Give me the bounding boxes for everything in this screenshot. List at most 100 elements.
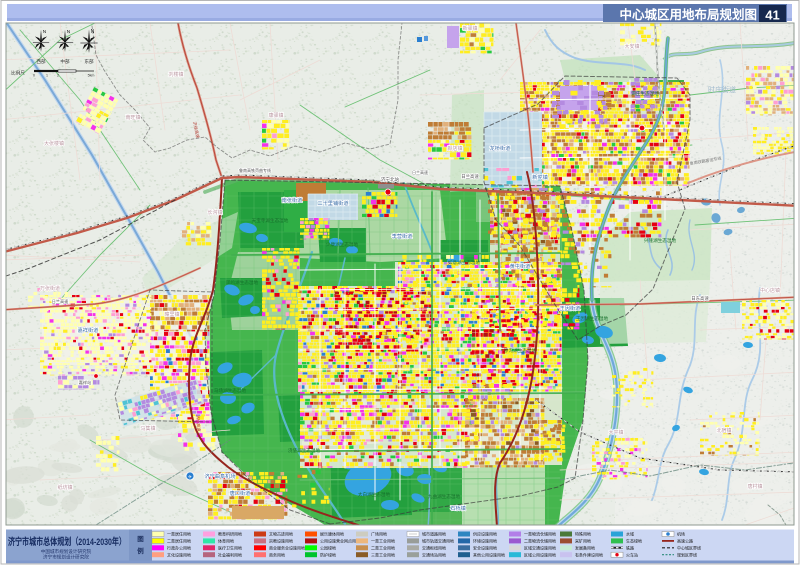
svg-text:新驿镇: 新驿镇 <box>462 25 477 32</box>
svg-text:发展备用地: 发展备用地 <box>575 545 595 551</box>
svg-text:马场湖生态湿地: 马场湖生态湿地 <box>214 387 247 394</box>
svg-text:中心城区用地布局规划图: 中心城区用地布局规划图 <box>619 7 757 22</box>
svg-text:中心店镇: 中心店镇 <box>760 287 780 294</box>
svg-text:有条件建设用地: 有条件建设用地 <box>575 551 603 557</box>
svg-text:太白湖生态湿地: 太白湖生态湿地 <box>358 491 391 498</box>
svg-text:济宁市规划设计研究院: 济宁市规划设计研究院 <box>43 554 89 561</box>
svg-text:天宝寺湖生态湿地: 天宝寺湖生态湿地 <box>252 217 289 224</box>
svg-text:嘉祥街道: 嘉祥街道 <box>78 326 99 334</box>
svg-text:时庄街道: 时庄街道 <box>708 85 736 94</box>
svg-text:马集镇: 马集镇 <box>140 425 155 432</box>
svg-text:公用设施营业网点用地: 公用设施营业网点用地 <box>320 538 360 544</box>
svg-text:北宿镇: 北宿镇 <box>716 427 731 434</box>
svg-text:比例尺: 比例尺 <box>11 70 25 77</box>
svg-text:0: 0 <box>33 74 35 78</box>
svg-text:南张街道: 南张街道 <box>282 196 303 204</box>
svg-text:环境设施用地: 环境设施用地 <box>473 538 497 544</box>
svg-text:南旺镇: 南旺镇 <box>125 114 140 121</box>
svg-text:大平镇: 大平镇 <box>608 429 623 436</box>
svg-text:一类工业用地: 一类工业用地 <box>371 538 395 544</box>
svg-text:其他公用设施用地: 其他公用设施用地 <box>473 551 505 557</box>
svg-text:行政办公用地: 行政办公用地 <box>167 545 191 551</box>
svg-text:体育用地: 体育用地 <box>218 538 234 544</box>
svg-text:公园绿地: 公园绿地 <box>320 545 336 551</box>
svg-text:唐村镇: 唐村镇 <box>747 483 762 490</box>
svg-text:西部: 西部 <box>36 58 46 65</box>
svg-text:供应设施用地: 供应设施用地 <box>473 531 497 537</box>
svg-text:纸坊镇: 纸坊镇 <box>57 484 72 491</box>
svg-text:文化设施用地: 文化设施用地 <box>167 551 191 557</box>
svg-text:规划区界线: 规划区界线 <box>677 551 697 557</box>
svg-text:二类居住用地: 二类居住用地 <box>167 538 191 544</box>
svg-text:高速公路: 高速公路 <box>677 538 693 544</box>
svg-text:医疗卫生用地: 医疗卫生用地 <box>218 545 242 551</box>
svg-text:疃里镇: 疃里镇 <box>164 311 179 318</box>
svg-text:王因湖生态湿地: 王因湖生态湿地 <box>576 315 609 322</box>
svg-text:社会福利用地: 社会福利用地 <box>218 551 242 557</box>
svg-text:交通枢纽用地: 交通枢纽用地 <box>422 545 446 551</box>
svg-text:济宁北站: 济宁北站 <box>381 176 400 183</box>
svg-text:例: 例 <box>137 546 144 555</box>
svg-text:二类工业用地: 二类工业用地 <box>371 545 395 551</box>
svg-text:东部: 东部 <box>84 58 94 65</box>
svg-text:宗教设施用地: 宗教设施用地 <box>269 538 293 544</box>
svg-text:大张楼镇: 大张楼镇 <box>44 140 64 147</box>
svg-text:大安镇: 大安镇 <box>624 43 639 50</box>
svg-text:龙桥街道: 龙桥街道 <box>490 144 511 152</box>
svg-text:浇垡湖生态湿地: 浇垡湖生态湿地 <box>288 447 321 454</box>
svg-text:三类工业用地: 三类工业用地 <box>371 551 395 557</box>
svg-text:中部: 中部 <box>60 58 70 65</box>
svg-text:5km: 5km <box>88 74 95 78</box>
svg-text:机场: 机场 <box>677 531 685 537</box>
svg-text:区域交通设施用地: 区域交通设施用地 <box>524 545 556 551</box>
svg-text:如意湖生态湿地: 如意湖生态湿地 <box>448 259 481 266</box>
svg-text:N: N <box>43 29 47 35</box>
svg-text:中心城区界线: 中心城区界线 <box>677 545 701 551</box>
svg-text:鲁南高铁菏曲专线: 鲁南高铁菏曲专线 <box>239 167 271 173</box>
svg-text:41: 41 <box>765 8 779 23</box>
svg-text:文物古迹用地: 文物古迹用地 <box>269 531 293 537</box>
svg-text:石桥镇: 石桥镇 <box>450 504 466 512</box>
svg-text:N: N <box>67 29 71 35</box>
svg-text:广场用地: 广场用地 <box>371 531 387 537</box>
svg-text:万张街道: 万张街道 <box>40 285 60 292</box>
svg-text:日兰高速: 日兰高速 <box>52 298 70 305</box>
svg-text:刘楼镇: 刘楼镇 <box>168 71 183 78</box>
svg-text:特殊用地: 特殊用地 <box>575 531 591 537</box>
svg-text:娱乐康体用地: 娱乐康体用地 <box>320 531 344 537</box>
svg-text:一类居住用地: 一类居住用地 <box>167 531 191 537</box>
svg-text:商务用地: 商务用地 <box>269 551 285 557</box>
svg-text:火车站: 火车站 <box>626 551 638 557</box>
svg-text:九曲湖生态湿地: 九曲湖生态湿地 <box>428 493 461 500</box>
svg-text:2: 2 <box>57 74 59 78</box>
svg-text:区域公用设施用地: 区域公用设施用地 <box>524 551 556 557</box>
svg-text:生态绿地: 生态绿地 <box>626 538 642 544</box>
svg-text:防护绿地: 防护绿地 <box>320 551 336 557</box>
svg-text:唐口街道: 唐口街道 <box>230 489 251 497</box>
svg-text:嘉祥站: 嘉祥站 <box>79 379 92 386</box>
svg-text:济宁曲阜机场: 济宁曲阜机场 <box>204 472 235 480</box>
svg-text:城市道路用地: 城市道路用地 <box>422 531 446 537</box>
svg-text:安全设施用地: 安全设施用地 <box>473 545 497 551</box>
svg-text:泗庄生态湿地: 泗庄生态湿地 <box>631 90 659 97</box>
svg-text:廖沟湖生态湿地: 廖沟湖生态湿地 <box>504 347 537 354</box>
svg-text:教育科研用地: 教育科研用地 <box>218 531 242 537</box>
svg-text:康驿镇: 康驿镇 <box>268 112 283 119</box>
svg-text:交通场站用地: 交通场站用地 <box>422 551 446 557</box>
svg-text:水域: 水域 <box>626 531 634 537</box>
svg-text:城市轨道交通用地: 城市轨道交通用地 <box>422 538 454 544</box>
svg-text:济宁市城市总体规划（2014-2030年）: 济宁市城市总体规划（2014-2030年） <box>8 536 126 548</box>
svg-text:凤鸣湖生态湿地: 凤鸣湖生态湿地 <box>226 279 259 286</box>
svg-text:一类物流仓储用地: 一类物流仓储用地 <box>524 531 556 537</box>
svg-text:图: 图 <box>137 534 144 543</box>
svg-text:黄屯街道: 黄屯街道 <box>510 262 531 270</box>
svg-text:少康湖生态湿地: 少康湖生态湿地 <box>326 241 359 248</box>
svg-text:铁路: 铁路 <box>626 545 634 551</box>
svg-text:日东高速: 日东高速 <box>691 295 709 302</box>
svg-text:日兰高速: 日兰高速 <box>461 173 479 180</box>
svg-text:新兖镇: 新兖镇 <box>532 173 548 181</box>
svg-text:二十里铺街道: 二十里铺街道 <box>317 199 348 207</box>
svg-text:二类物流仓储用地: 二类物流仓储用地 <box>524 538 556 544</box>
svg-text:颜店镇: 颜店镇 <box>447 145 462 152</box>
svg-text:长沟镇: 长沟镇 <box>207 209 222 216</box>
